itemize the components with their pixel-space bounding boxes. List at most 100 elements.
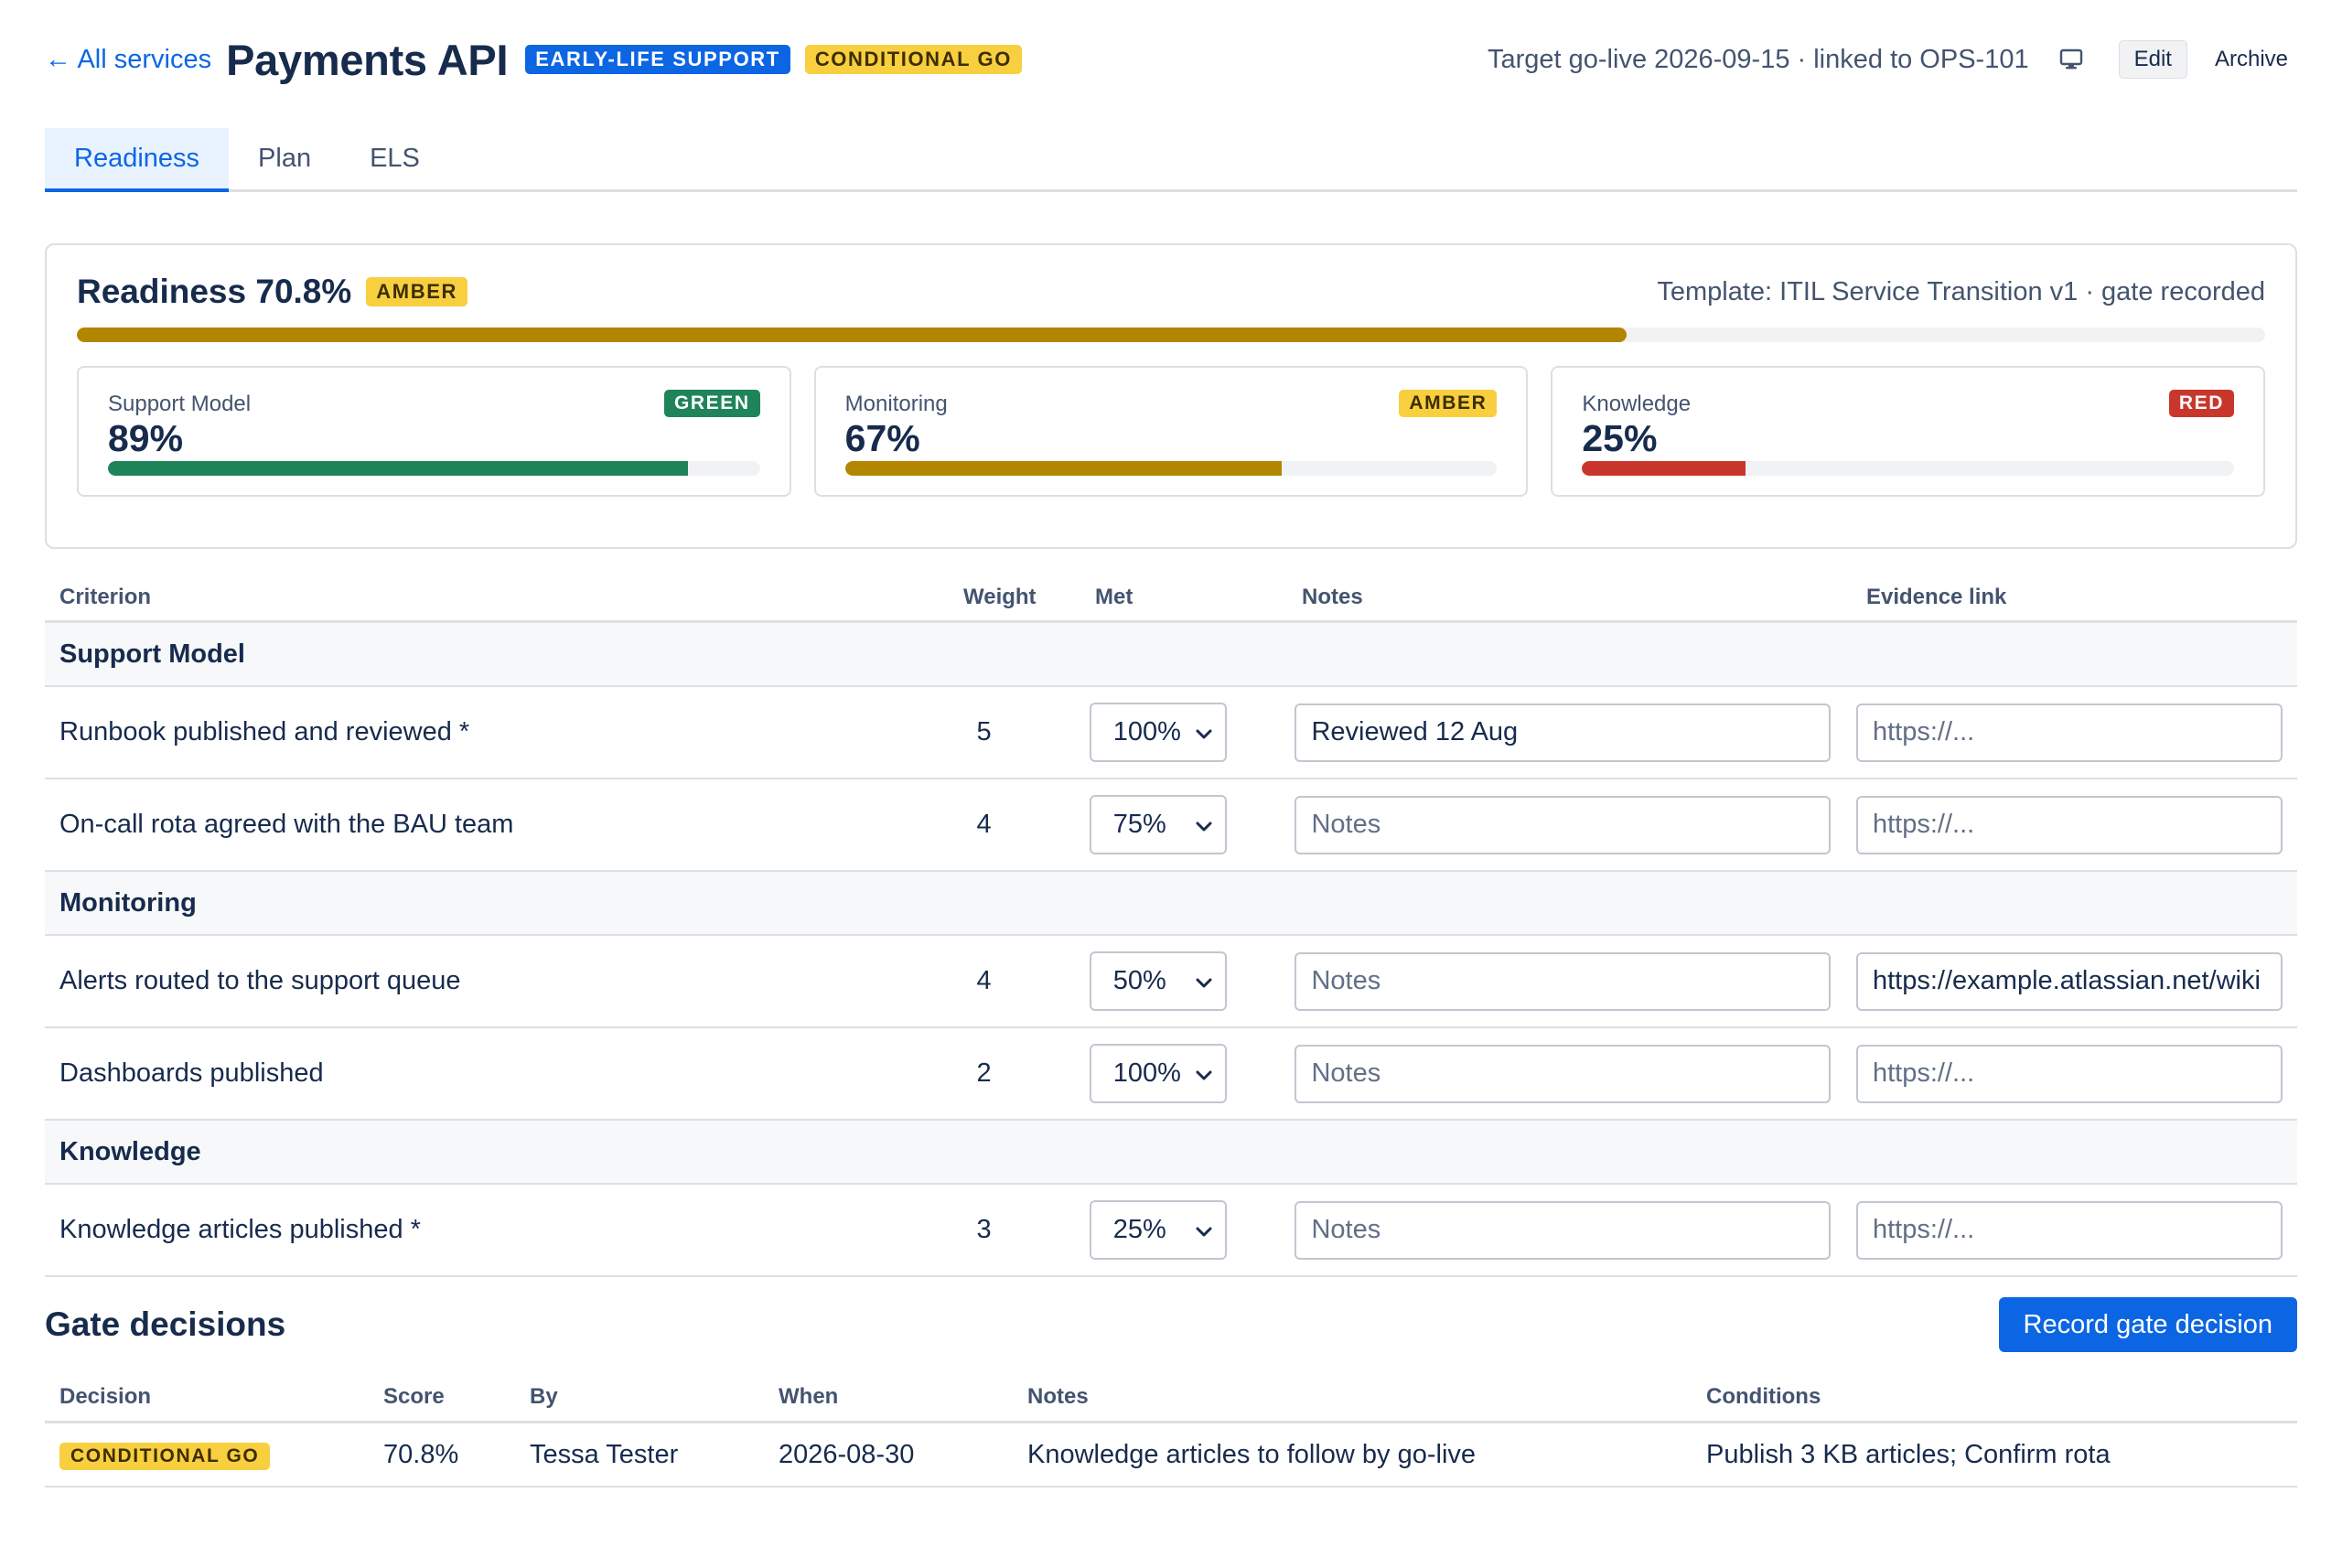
met-cell: 50% bbox=[1089, 951, 1295, 1011]
notes-cell: Notes bbox=[1295, 951, 1856, 1011]
met-select-value: 50% bbox=[1112, 966, 1166, 995]
category-name: Monitoring bbox=[844, 392, 948, 416]
met-select[interactable]: 50% bbox=[1089, 951, 1227, 1011]
category-progress-fill bbox=[108, 461, 689, 476]
by-cell: Tessa Tester bbox=[530, 1439, 679, 1469]
page-title: Payments API bbox=[226, 35, 509, 84]
archive-button[interactable]: Archive bbox=[2206, 41, 2297, 78]
criterion-label: On-call rota agreed with the BAU team bbox=[59, 810, 514, 839]
evidence-link-input[interactable]: https://... bbox=[1856, 795, 2283, 854]
tab-bar: Readiness Plan ELS bbox=[45, 128, 2297, 192]
header-when: When bbox=[779, 1383, 839, 1409]
readiness-score-title: Readiness 70.8% bbox=[77, 273, 352, 310]
header-conditions: Conditions bbox=[1706, 1383, 1821, 1409]
criterion-label: Dashboards published bbox=[59, 1058, 324, 1088]
category-status: AMBER bbox=[1399, 390, 1498, 417]
status-badge-green: GREEN bbox=[663, 390, 760, 417]
criteria-table-body: Support Model Runbook published and revie… bbox=[45, 623, 2297, 1277]
evidence-cell: https://... bbox=[1856, 1200, 2297, 1260]
table-row: Knowledge articles published * 3 25% Notes h… bbox=[45, 1185, 2297, 1277]
category-progress-bar bbox=[1582, 461, 2235, 476]
notes-input[interactable]: Notes bbox=[1295, 1044, 1832, 1103]
notes-input[interactable]: Notes bbox=[1295, 1200, 1832, 1260]
category-name: Support Model bbox=[108, 392, 252, 416]
status-badge-amber: AMBER bbox=[1399, 390, 1498, 417]
category-percent: 89% bbox=[108, 417, 184, 459]
met-select[interactable]: 25% bbox=[1089, 1200, 1227, 1260]
table-row: Dashboards published 2 100% Notes https://..… bbox=[45, 1028, 2297, 1121]
met-select[interactable]: 75% bbox=[1089, 795, 1227, 854]
category-card-monitoring: Monitoring AMBER 67% bbox=[813, 366, 1529, 497]
tab-readiness[interactable]: Readiness bbox=[45, 128, 230, 192]
chevron-down-icon bbox=[1196, 966, 1212, 996]
category-progress-fill bbox=[844, 461, 1283, 476]
header-met: Met bbox=[1095, 585, 1133, 609]
notes-cell: Notes bbox=[1295, 795, 1856, 854]
weight-value: 5 bbox=[976, 717, 992, 746]
notes-input[interactable]: Notes bbox=[1295, 795, 1832, 854]
criteria-group-row: Knowledge bbox=[45, 1121, 2297, 1185]
header-by: By bbox=[530, 1383, 558, 1409]
evidence-cell: https://example.atlassian.net/wiki bbox=[1856, 951, 2297, 1011]
readiness-summary-card: Readiness 70.8% AMBER Template: ITIL Ser… bbox=[45, 243, 2297, 549]
category-percent: 67% bbox=[844, 417, 920, 459]
notes-input[interactable]: Reviewed 12 Aug bbox=[1295, 703, 1832, 762]
readiness-progress-fill bbox=[77, 328, 1627, 342]
category-percent: 25% bbox=[1582, 417, 1658, 459]
evidence-link-input[interactable]: https://example.atlassian.net/wiki bbox=[1856, 951, 2283, 1011]
notes-input[interactable]: Notes bbox=[1295, 951, 1832, 1011]
header: ← All services Payments API EARLY-LIFE S… bbox=[45, 27, 2297, 91]
met-select-value: 75% bbox=[1112, 810, 1166, 839]
chevron-down-icon bbox=[1196, 717, 1212, 747]
evidence-link-input[interactable]: https://... bbox=[1856, 1044, 2283, 1103]
weight-value: 2 bbox=[976, 1058, 992, 1088]
record-gate-decision-button[interactable]: Record gate decision bbox=[1998, 1297, 2297, 1352]
category-progress-bar bbox=[844, 461, 1498, 476]
evidence-cell: https://... bbox=[1856, 1044, 2297, 1103]
met-select[interactable]: 100% bbox=[1089, 703, 1227, 762]
met-select-value: 100% bbox=[1112, 717, 1181, 746]
category-status: RED bbox=[2168, 390, 2235, 417]
header-decision: Decision bbox=[59, 1383, 152, 1409]
header-evidence-link: Evidence link bbox=[1866, 585, 2007, 609]
met-select[interactable]: 100% bbox=[1089, 1044, 1227, 1103]
category-card-support-model: Support Model GREEN 89% bbox=[77, 366, 791, 497]
evidence-link-input[interactable]: https://... bbox=[1856, 703, 2283, 762]
monitor-icon[interactable] bbox=[2057, 45, 2086, 74]
chevron-down-icon bbox=[1196, 1215, 1212, 1245]
evidence-cell: https://... bbox=[1856, 795, 2297, 854]
criterion-label: Knowledge articles published * bbox=[59, 1215, 421, 1244]
table-row: Alerts routed to the support queue 4 50% No… bbox=[45, 936, 2297, 1028]
criteria-table: Criterion Weight Met Notes Evidence link… bbox=[45, 575, 2297, 1277]
notes-cell: Notes bbox=[1295, 1044, 1856, 1103]
notes-cell: Notes bbox=[1295, 1200, 1856, 1260]
category-status: GREEN bbox=[663, 390, 760, 417]
score-cell: 70.8% bbox=[383, 1439, 459, 1469]
criteria-group-row: Monitoring bbox=[45, 872, 2297, 936]
phase-badge: EARLY-LIFE SUPPORT bbox=[525, 45, 790, 74]
when-cell: 2026-08-30 bbox=[779, 1439, 915, 1469]
header-criterion: Criterion bbox=[59, 585, 152, 609]
header-weight: Weight bbox=[963, 585, 1037, 609]
category-progress-fill bbox=[1582, 461, 1746, 476]
header-notes: Notes bbox=[1302, 585, 1363, 609]
criteria-table-header: Criterion Weight Met Notes Evidence link bbox=[45, 575, 2297, 623]
tab-els[interactable]: ELS bbox=[340, 128, 449, 189]
category-cards: Support Model GREEN 89% Monitoring AMBER… bbox=[77, 366, 2266, 497]
evidence-cell: https://... bbox=[1856, 703, 2297, 762]
weight-value: 3 bbox=[976, 1215, 992, 1244]
met-cell: 100% bbox=[1089, 1044, 1295, 1103]
met-cell: 75% bbox=[1089, 795, 1295, 854]
gate-decisions-table: Decision Score By When Notes Conditions … bbox=[45, 1372, 2297, 1487]
evidence-link-input[interactable]: https://... bbox=[1856, 1200, 2283, 1260]
readiness-progress-bar bbox=[77, 328, 2265, 342]
conditions-cell: Publish 3 KB articles; Confirm rota bbox=[1706, 1439, 2111, 1469]
table-row: On-call rota agreed with the BAU team 4 75… bbox=[45, 779, 2297, 872]
edit-button[interactable]: Edit bbox=[2118, 40, 2187, 79]
table-row: Runbook published and reviewed * 5 100% Rev… bbox=[45, 687, 2297, 779]
tab-plan[interactable]: Plan bbox=[229, 128, 340, 189]
met-cell: 25% bbox=[1089, 1200, 1295, 1260]
gate-table-header: Decision Score By When Notes Conditions bbox=[45, 1372, 2297, 1423]
notes-cell: Knowledge articles to follow by go-live bbox=[1027, 1439, 1477, 1469]
back-to-services-link[interactable]: ← All services bbox=[45, 45, 211, 75]
